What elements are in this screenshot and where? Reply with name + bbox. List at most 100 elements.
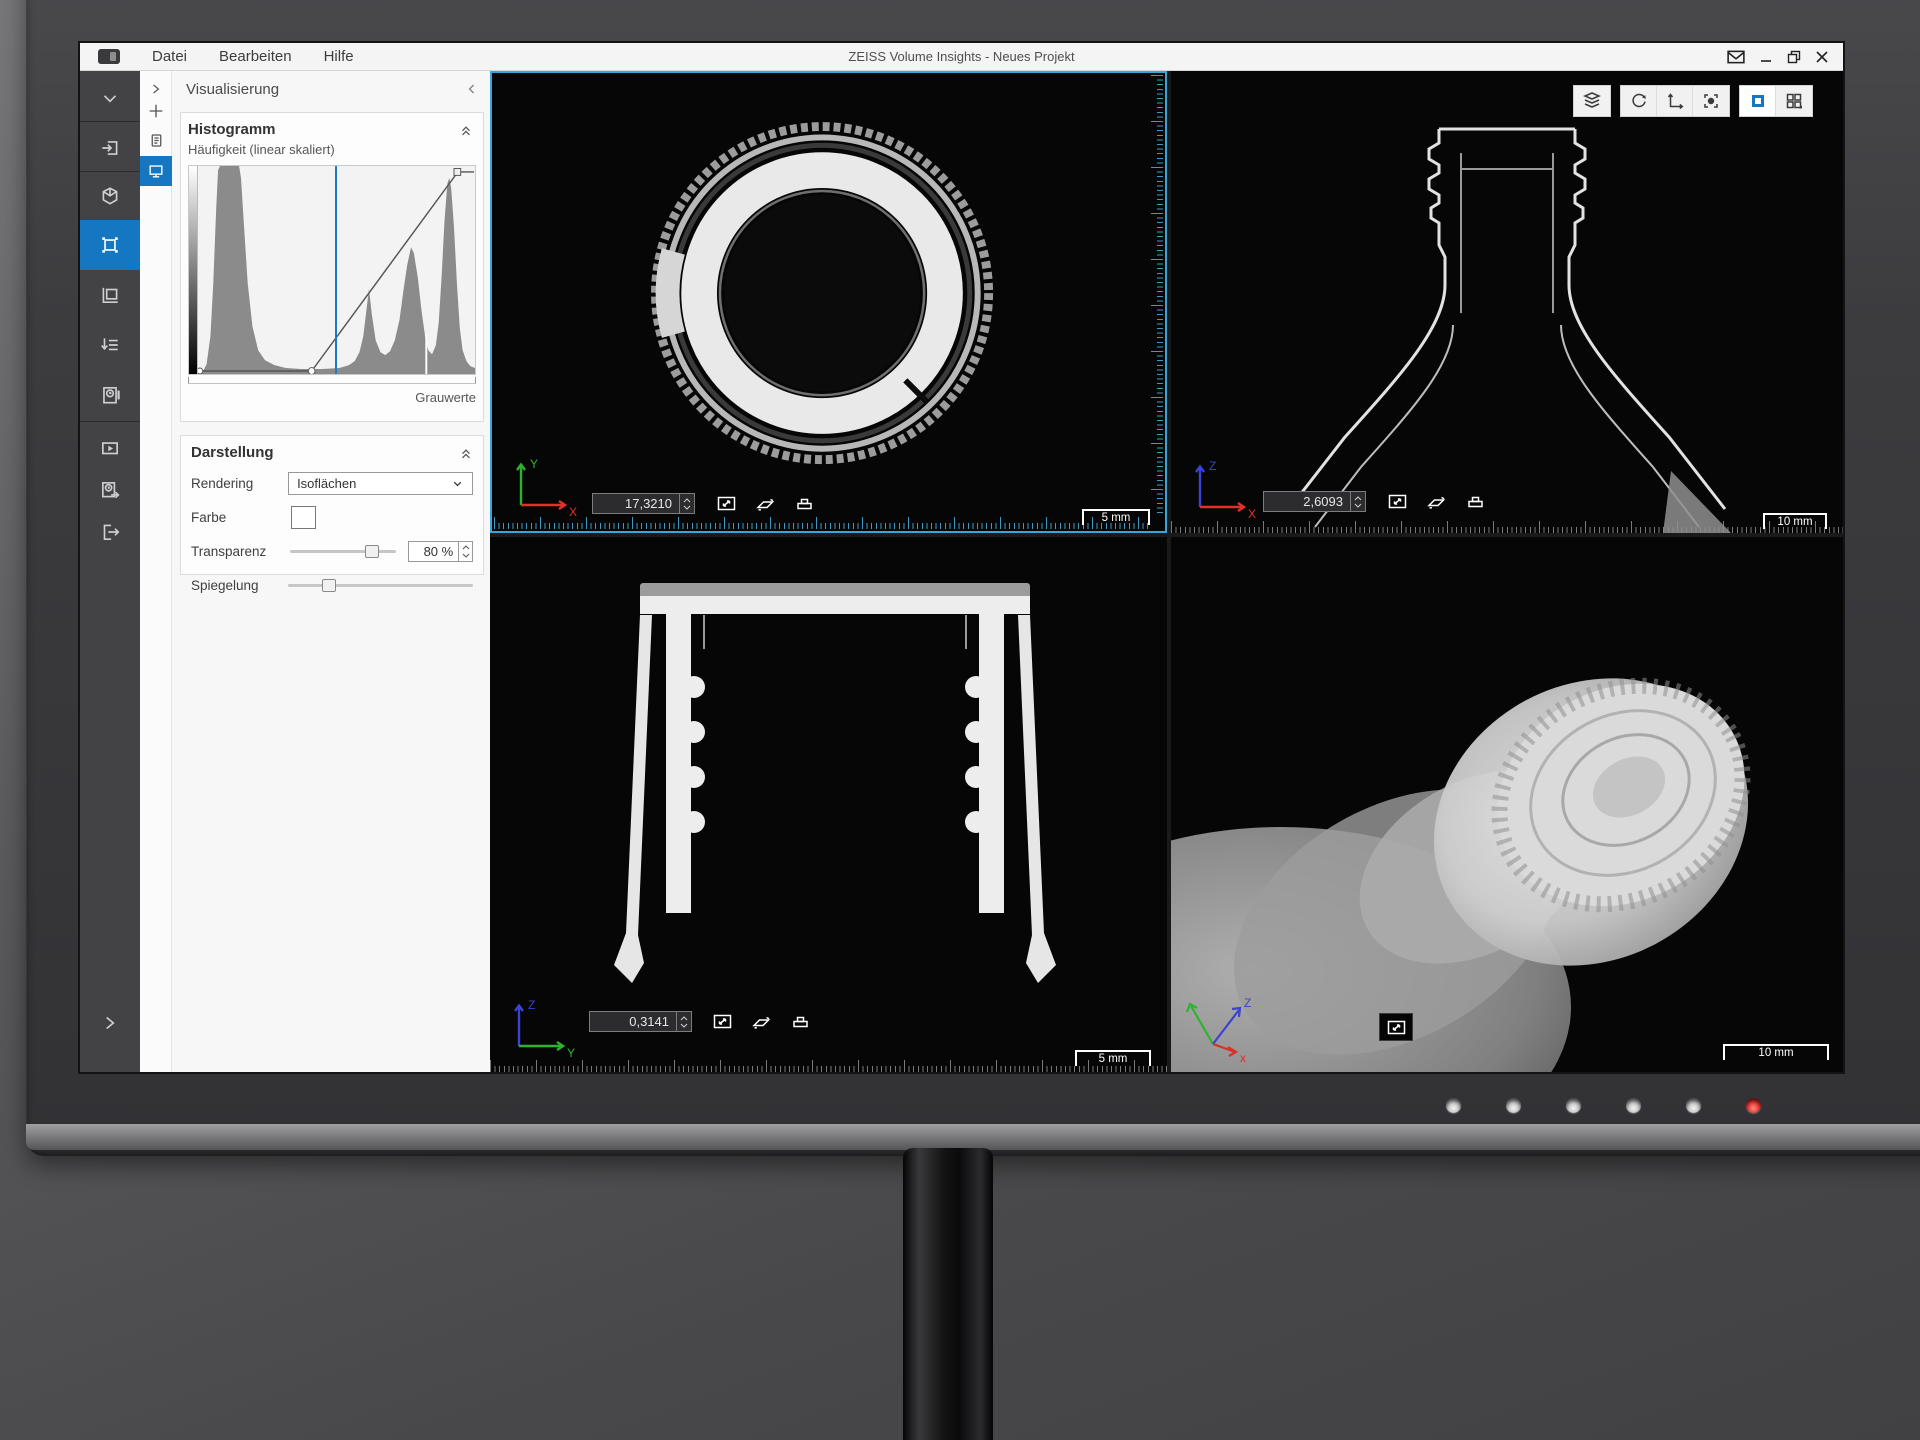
ct-slice-side-image	[490, 537, 1167, 1072]
transfer-handle[interactable]	[198, 368, 203, 374]
expand-chevron-icon[interactable]	[80, 1002, 140, 1044]
report-export-icon[interactable]	[80, 469, 140, 511]
viewport-3d-view[interactable]: Z x 10 mm	[1171, 537, 1843, 1072]
color-swatch[interactable]	[291, 506, 316, 529]
grayscale-gradient-bar	[189, 166, 198, 374]
gray-value-cursor[interactable]	[335, 166, 337, 374]
scale-bar: 10 mm	[1763, 513, 1827, 529]
ct-slice-front-image	[1171, 71, 1843, 533]
fit-view-icon[interactable]	[712, 1013, 733, 1030]
collapse-section-icon[interactable]	[459, 446, 473, 465]
import-volume-icon[interactable]	[80, 127, 140, 169]
slice-position-input[interactable]: 2,6093	[1263, 491, 1351, 512]
histogram-plot[interactable]	[188, 165, 476, 375]
darstellung-card: Darstellung Rendering Isoflächen Farbe T…	[180, 435, 484, 575]
transparenz-slider[interactable]	[290, 550, 396, 553]
layers-icon[interactable]	[1574, 86, 1610, 116]
spiegelung-slider-thumb[interactable]	[322, 579, 336, 592]
volume-cube-icon[interactable]	[80, 175, 140, 217]
monitor-button[interactable]	[1566, 1098, 1581, 1113]
axes-indicator: Y X	[504, 455, 584, 519]
restore-icon[interactable]	[1787, 50, 1801, 64]
app-logo	[98, 49, 120, 64]
monitor-photo: Datei Bearbeiten Hilfe ZEISS Volume Insi…	[0, 0, 1920, 1440]
transparenz-stepper[interactable]	[459, 541, 473, 562]
grid-view-icon[interactable]	[1776, 86, 1812, 116]
slice-view-icon[interactable]	[80, 220, 140, 270]
axis-h-label: Y	[567, 1046, 575, 1060]
exit-icon[interactable]	[80, 511, 140, 553]
viewport-top-view[interactable]: Y X 17,3210 5 mm	[490, 71, 1167, 533]
flatten-icon[interactable]	[1465, 493, 1486, 510]
transparenz-value[interactable]: 80 %	[408, 541, 459, 562]
rotate-icon[interactable]	[1621, 86, 1657, 116]
fit-view-icon[interactable]	[1379, 1013, 1413, 1041]
axes-icon[interactable]	[1657, 86, 1693, 116]
add-icon[interactable]	[140, 97, 172, 125]
scale-bar: 5 mm	[1075, 1050, 1151, 1066]
animation-icon[interactable]	[80, 427, 140, 469]
fit-view-icon[interactable]	[716, 495, 737, 512]
task-list-icon[interactable]	[80, 324, 140, 366]
slice-position-stepper[interactable]	[680, 493, 695, 514]
axis-v-label: Z	[1209, 459, 1216, 473]
monitor-bottom-rim	[26, 1124, 1920, 1150]
transparenz-slider-thumb[interactable]	[365, 545, 379, 558]
axes-indicator: Z X	[1183, 457, 1263, 521]
slice-position-input[interactable]: 0,3141	[589, 1011, 677, 1032]
rendering-label: Rendering	[191, 476, 288, 491]
menu-bearbeiten[interactable]: Bearbeiten	[219, 48, 292, 65]
bottom-ruler	[494, 517, 1149, 529]
transfer-handle[interactable]	[308, 368, 315, 374]
transparenz-label: Transparenz	[191, 544, 290, 559]
viewport-side-view[interactable]: Z Y 0,3141 5 mm	[490, 537, 1167, 1072]
flatten-icon[interactable]	[794, 495, 815, 512]
axis-v-label: Y	[530, 457, 538, 471]
slice-plane-icon[interactable]	[1426, 493, 1447, 510]
rendering-dropdown[interactable]: Isoflächen	[288, 472, 473, 495]
app-window: Datei Bearbeiten Hilfe ZEISS Volume Insi…	[80, 43, 1843, 1072]
monitor-button[interactable]	[1626, 1098, 1641, 1113]
monitor-button[interactable]	[1446, 1098, 1461, 1113]
mail-icon[interactable]	[1727, 50, 1745, 64]
notes-icon[interactable]	[140, 126, 172, 154]
divider	[80, 121, 140, 122]
histogram-xlabel: Grauwerte	[188, 390, 476, 405]
menu-datei[interactable]: Datei	[152, 48, 187, 65]
panel-title: Visualisierung	[186, 81, 279, 98]
histogram-card: Histogramm Häufigkeit (linear skaliert)	[180, 112, 484, 422]
close-icon[interactable]	[1815, 50, 1829, 64]
slice-plane-icon[interactable]	[751, 1013, 772, 1030]
chevron-down-icon	[451, 477, 464, 490]
slice-position-stepper[interactable]	[1351, 491, 1366, 512]
menu-hilfe[interactable]: Hilfe	[324, 48, 354, 65]
panel-sidebar	[140, 71, 172, 1072]
clipping-plane-icon[interactable]	[80, 274, 140, 316]
ct-slice-top-image	[492, 73, 1165, 531]
transfer-handle[interactable]	[454, 168, 461, 175]
collapse-chevron-icon[interactable]	[80, 77, 140, 119]
rendering-value: Isoflächen	[297, 476, 356, 491]
collapse-panel-icon[interactable]	[464, 81, 480, 102]
slice-plane-icon[interactable]	[755, 495, 776, 512]
single-view-icon[interactable]	[1740, 86, 1776, 116]
collapse-section-icon[interactable]	[459, 123, 473, 142]
darstellung-title: Darstellung	[191, 444, 473, 461]
viewport-front-view[interactable]: Z X 2,6093 10 mm	[1171, 71, 1843, 533]
display-icon[interactable]	[140, 156, 172, 186]
slice-position-stepper[interactable]	[677, 1011, 692, 1032]
center-focus-icon[interactable]	[1693, 86, 1729, 116]
fit-view-icon[interactable]	[1387, 493, 1408, 510]
bottom-ruler	[1171, 521, 1843, 533]
flatten-icon[interactable]	[790, 1013, 811, 1030]
minimize-icon[interactable]	[1759, 50, 1773, 64]
histogram-range-slider[interactable]	[188, 377, 476, 384]
monitor-button[interactable]	[1506, 1098, 1521, 1113]
axis-h-label: X	[1248, 507, 1256, 521]
spiegelung-slider[interactable]	[288, 584, 473, 587]
slice-position-input[interactable]: 17,3210	[592, 493, 680, 514]
right-ruler	[1151, 75, 1163, 515]
monitor-power-button[interactable]	[1746, 1098, 1761, 1113]
monitor-button[interactable]	[1686, 1098, 1701, 1113]
report-icon[interactable]	[80, 374, 140, 416]
